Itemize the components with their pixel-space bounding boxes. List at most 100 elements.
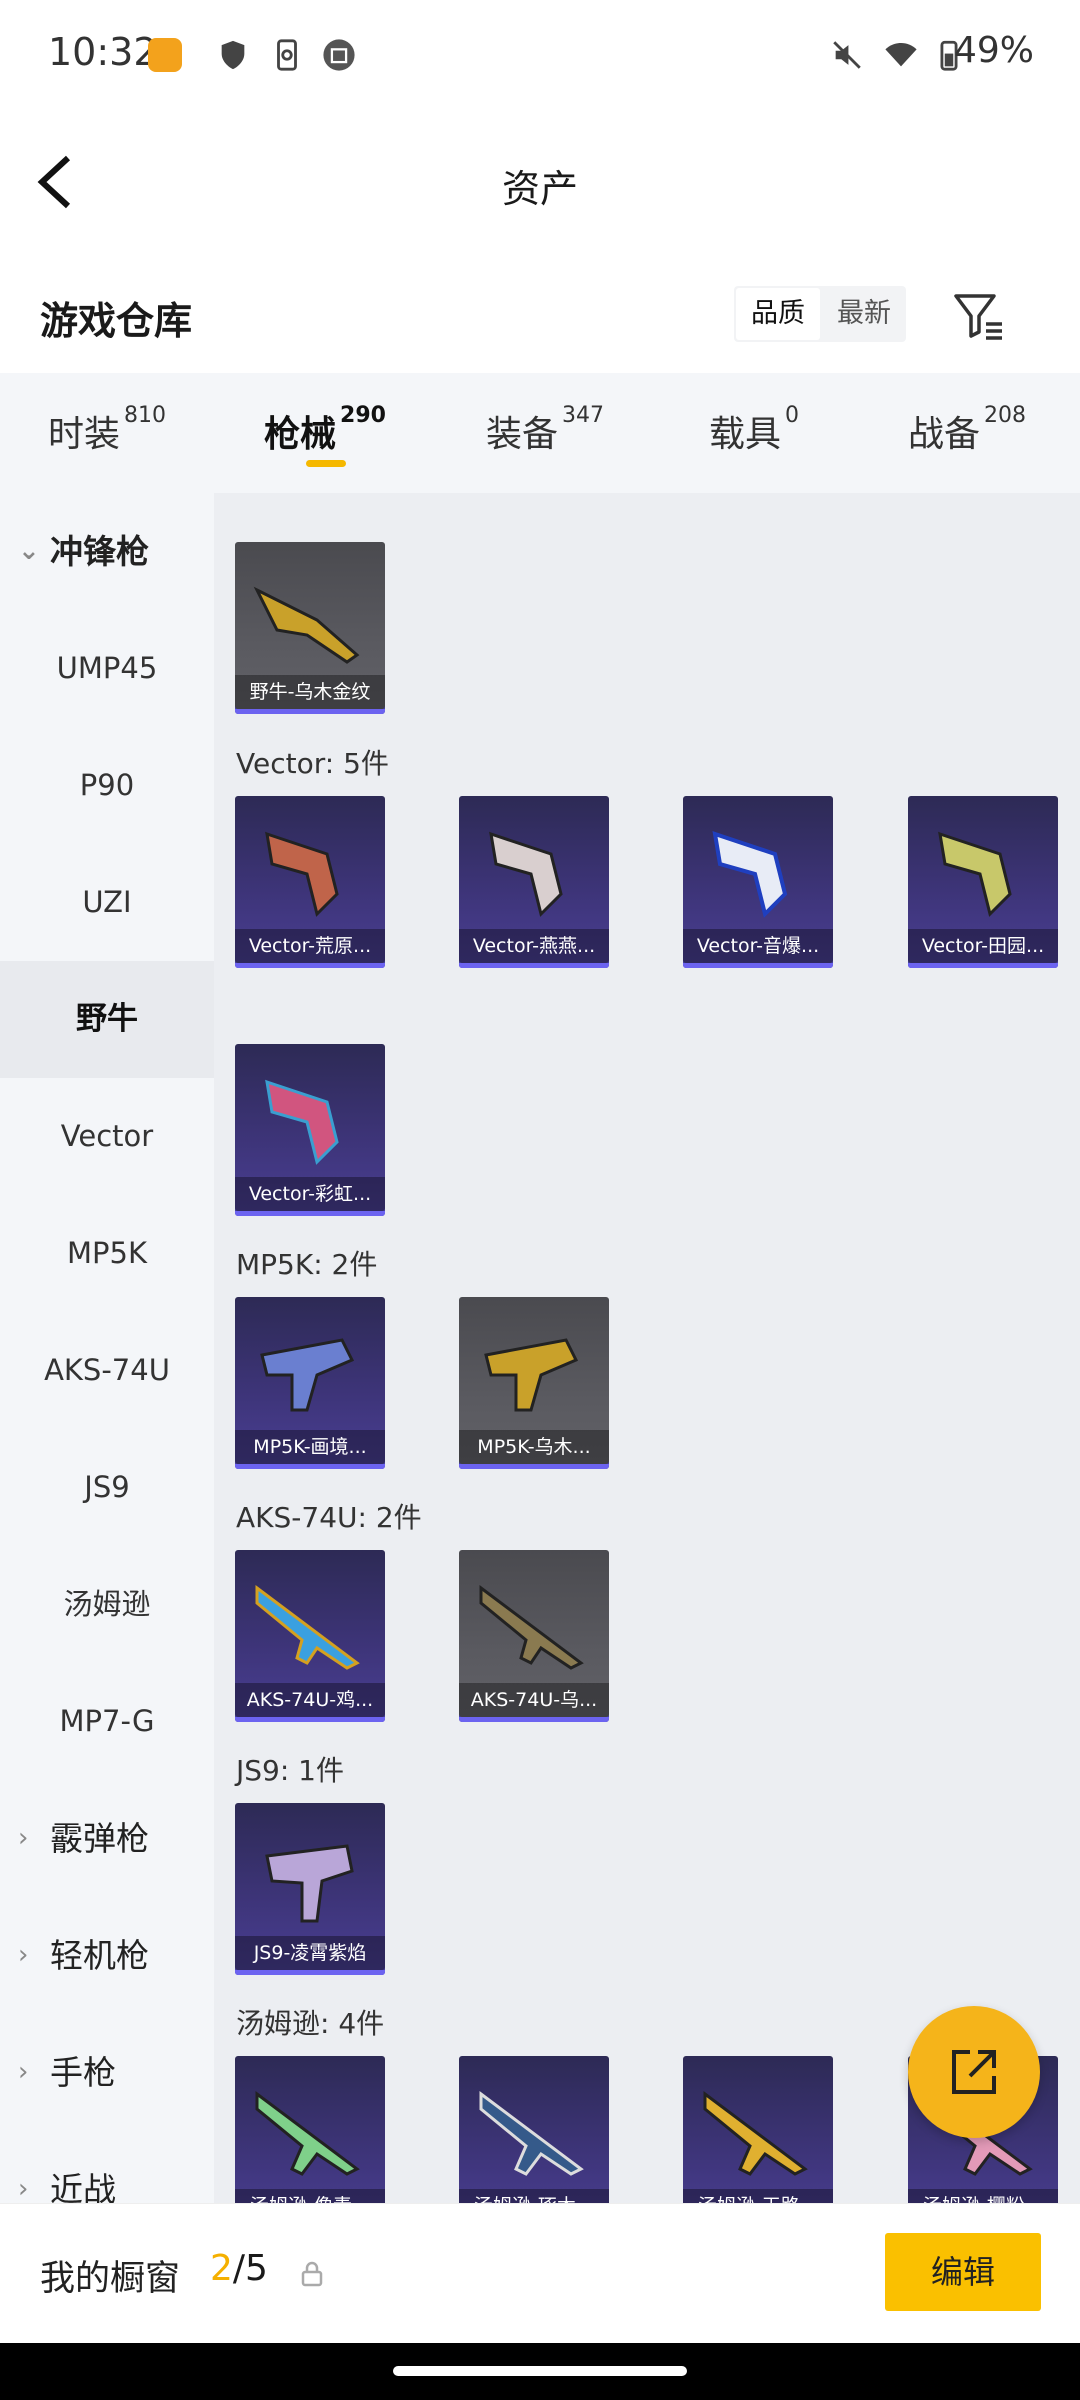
weapon-card[interactable]: JS9-凌霄紫焰	[235, 1803, 385, 1975]
sidebar-item-mp7g[interactable]: MP7-G	[0, 1663, 214, 1780]
weapon-card-label: MP5K-画境...	[235, 1430, 385, 1464]
sidebar-group-label: 轻机枪	[50, 1936, 149, 1975]
tab-guns[interactable]: 枪械 290	[264, 403, 386, 457]
sidebar-group-smg[interactable]: ⌄ 冲锋枪	[0, 493, 214, 610]
weapon-icon	[265, 831, 339, 917]
sort-latest-button[interactable]: 最新	[822, 286, 906, 342]
weapon-card[interactable]: MP5K-乌木...	[459, 1297, 609, 1469]
weapon-card[interactable]: AKS-74U-鸡...	[235, 1550, 385, 1722]
sidebar-group-label: 冲锋枪	[50, 532, 149, 571]
sidebar-group-melee[interactable]: › 近战	[0, 2131, 214, 2203]
status-time: 10:32	[48, 30, 158, 74]
weapon-icon	[479, 2091, 584, 2176]
chevron-right-icon: ›	[18, 2174, 29, 2203]
sidebar-item-aks74u[interactable]: AKS-74U	[0, 1312, 214, 1429]
tab-vehicles[interactable]: 载具 0	[709, 403, 800, 457]
weapon-type-sidebar: ⌄ 冲锋枪 UMP45 P90 UZI 野牛 Vector MP5K AKS-74…	[0, 493, 214, 2203]
weapon-card[interactable]: 汤姆逊-琢木...	[459, 2056, 609, 2203]
tab-equipment[interactable]: 装备 347	[486, 403, 605, 457]
chevron-right-icon: ›	[18, 1823, 29, 1853]
category-tabs: 时装 810 枪械 290 装备 347 载具 0 战备 208	[0, 373, 1080, 493]
weapon-icon	[253, 586, 360, 664]
chevron-right-icon: ›	[18, 2057, 29, 2087]
group-label-js9: JS9: 1件	[236, 1754, 344, 1787]
weapon-icon	[712, 831, 788, 918]
sidebar-item-mp5k[interactable]: MP5K	[0, 1195, 214, 1312]
section-title: 游戏仓库	[40, 299, 193, 343]
wifi-icon	[885, 42, 917, 67]
weapon-icon	[703, 2091, 808, 2176]
sidebar-group-label: 近战	[50, 2170, 116, 2203]
group-label-thompson: 汤姆逊: 4件	[236, 2007, 385, 2040]
filter-icon[interactable]	[950, 288, 1006, 344]
tab-label: 载具	[709, 414, 782, 455]
weapon-card[interactable]: AKS-74U-乌...	[459, 1550, 609, 1722]
weapon-card[interactable]: Vector-音爆...	[683, 796, 833, 968]
weapon-card-label: Vector-音爆...	[683, 929, 833, 963]
page-title: 资产	[501, 167, 578, 211]
sidebar-item-ump45[interactable]: UMP45	[0, 610, 214, 727]
weapon-card-label: Vector-荒原...	[235, 929, 385, 963]
weapon-card[interactable]: Vector-田园...	[908, 796, 1058, 968]
sort-quality-button[interactable]: 品质	[736, 288, 820, 340]
weapon-card-label: AKS-74U-鸡...	[235, 1683, 385, 1717]
tab-fashion[interactable]: 时装 810	[48, 403, 167, 457]
weapon-card-label: Vector-彩虹...	[235, 1177, 385, 1211]
calendar-icon	[323, 39, 355, 71]
sidebar-item-uzi[interactable]: UZI	[0, 844, 214, 961]
sidebar-item-vector[interactable]: Vector	[0, 1078, 214, 1195]
tab-active-indicator	[306, 460, 346, 467]
weapon-card-label: MP5K-乌木...	[459, 1430, 609, 1464]
sidebar-group-label: 手枪	[50, 2053, 116, 2092]
tab-supplies[interactable]: 战备 208	[908, 403, 1027, 457]
weapon-icon	[265, 1079, 339, 1165]
sidebar-group-shotgun[interactable]: › 霰弹枪	[0, 1780, 214, 1897]
weapon-icon	[260, 1338, 355, 1412]
weapon-card-label: Vector-燕燕...	[459, 929, 609, 963]
tab-count: 810	[124, 403, 167, 428]
weapon-card-label: 汤姆逊-像素...	[235, 2189, 385, 2203]
shield-icon	[221, 40, 245, 70]
weapon-card[interactable]: MP5K-画境...	[235, 1297, 385, 1469]
tab-count: 347	[562, 403, 605, 428]
group-label-aks74u: AKS-74U: 2件	[236, 1501, 422, 1534]
sidebar-item-js9[interactable]: JS9	[0, 1429, 214, 1546]
sidebar-group-label: 霰弹枪	[50, 1819, 149, 1858]
showcase-label: 我的橱窗	[40, 2259, 181, 2299]
chevron-down-icon: ⌄	[18, 536, 40, 566]
weapon-icon	[479, 1585, 584, 1670]
sidebar-item-thompson[interactable]: 汤姆逊	[0, 1546, 214, 1663]
weapon-card-label: AKS-74U-乌...	[459, 1683, 609, 1717]
tab-count: 208	[984, 403, 1027, 428]
share-fab[interactable]	[908, 2006, 1040, 2138]
sidebar-item-bison[interactable]: 野牛	[0, 961, 214, 1078]
weapon-card-label: 汤姆逊-琢木...	[459, 2189, 609, 2203]
app-notification-icon	[148, 38, 182, 72]
sidebar-group-lmg[interactable]: › 轻机枪	[0, 1897, 214, 2014]
weapon-card-label: 汤姆逊-天路...	[683, 2189, 833, 2203]
weapon-card[interactable]: 野牛-乌木金纹	[235, 542, 385, 714]
tab-label: 枪械	[264, 414, 337, 455]
weapon-card[interactable]: Vector-彩虹...	[235, 1044, 385, 1216]
weapon-card-label: Vector-田园...	[908, 929, 1058, 963]
share-external-icon	[952, 2050, 996, 2094]
weapon-card[interactable]: Vector-荒原...	[235, 796, 385, 968]
weapon-card[interactable]: Vector-燕燕...	[459, 796, 609, 968]
group-label-vector: Vector: 5件	[236, 747, 389, 780]
tab-count: 0	[785, 403, 800, 428]
weapon-card[interactable]: 汤姆逊-像素...	[235, 2056, 385, 2203]
weapon-card[interactable]: 汤姆逊-天路...	[683, 2056, 833, 2203]
weapon-icon	[938, 831, 1012, 917]
sort-toggle: 品质 最新	[734, 286, 906, 342]
sidebar-group-pistol[interactable]: › 手枪	[0, 2014, 214, 2131]
home-gesture-pill[interactable]	[393, 2366, 687, 2376]
mute-icon	[833, 41, 861, 69]
weapon-card-label: JS9-凌霄紫焰	[235, 1936, 385, 1970]
showcase-count-current: 2	[210, 2248, 233, 2289]
chevron-right-icon: ›	[18, 1940, 29, 1970]
edit-button[interactable]: 编辑	[885, 2233, 1041, 2311]
battery-percent: 49%	[953, 30, 1034, 71]
phone-sync-icon	[277, 39, 297, 71]
sidebar-item-p90[interactable]: P90	[0, 727, 214, 844]
tab-count: 290	[340, 403, 386, 428]
